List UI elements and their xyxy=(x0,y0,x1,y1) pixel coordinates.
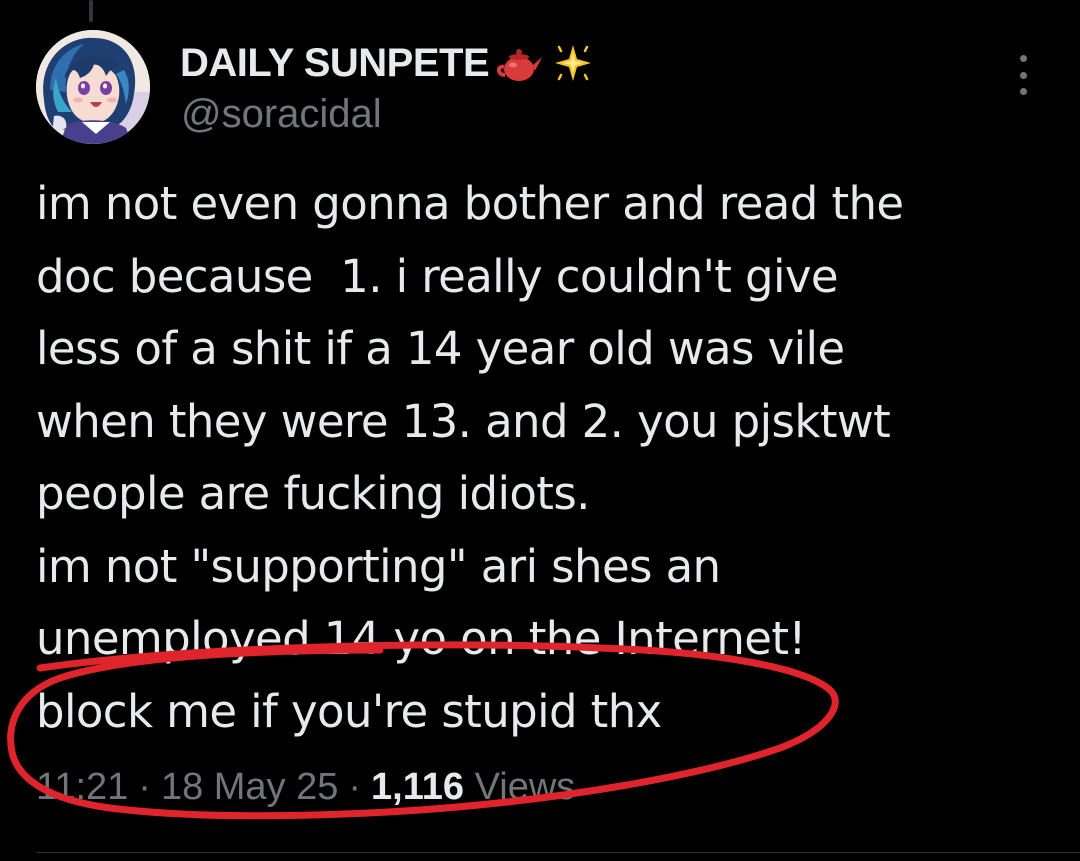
tweet-text-line: unemployed 14 yo on the Internet! xyxy=(36,612,806,665)
meta-separator: · xyxy=(138,766,151,808)
tweet-date[interactable]: 18 May 25 xyxy=(161,766,338,808)
tweet-text-line: block me if you're stupid thx xyxy=(36,684,662,738)
more-dot xyxy=(1019,88,1027,95)
tweet-text-line: when they were 13. and 2. you pjsktwt xyxy=(36,394,891,448)
tweet-card: DAILY SUNPETE @soracidal im not even gon… xyxy=(0,0,1080,861)
tweet-text: im not even gonna bother and read the do… xyxy=(36,168,1046,748)
tweet-text-line: people are fucking idiots. xyxy=(36,467,590,520)
sparkle-star-emoji-icon xyxy=(549,41,597,85)
tweet-metadata: 11:21 · 18 May 25 · 1,116 Views xyxy=(36,766,575,809)
divider xyxy=(36,852,1080,853)
anime-avatar-image xyxy=(36,30,150,144)
avatar[interactable] xyxy=(36,30,150,144)
tweet-text-line: doc because 1. i really couldn't give xyxy=(36,249,839,303)
display-name-row[interactable]: DAILY SUNPETE xyxy=(180,40,597,86)
user-handle[interactable]: @soracidal xyxy=(181,92,382,137)
more-dot xyxy=(1019,71,1027,79)
tweet-time[interactable]: 11:21 xyxy=(36,766,128,808)
tweet-text-line: im not "supporting" ari shes an xyxy=(36,539,721,593)
thread-connector-line xyxy=(89,0,93,22)
tweet-text-line: im not even gonna bother and read the xyxy=(36,177,904,230)
views-label: Views xyxy=(474,766,576,808)
display-name[interactable]: DAILY SUNPETE xyxy=(180,41,490,86)
teapot-emoji-icon xyxy=(495,41,543,85)
tweet-text-line: less of a shit if a 14 year old was vile xyxy=(36,322,845,375)
meta-separator: · xyxy=(348,766,362,808)
more-vertical-icon xyxy=(1019,55,1027,62)
more-options-button[interactable] xyxy=(1006,55,1040,95)
views-count: 1,116 xyxy=(371,766,465,808)
